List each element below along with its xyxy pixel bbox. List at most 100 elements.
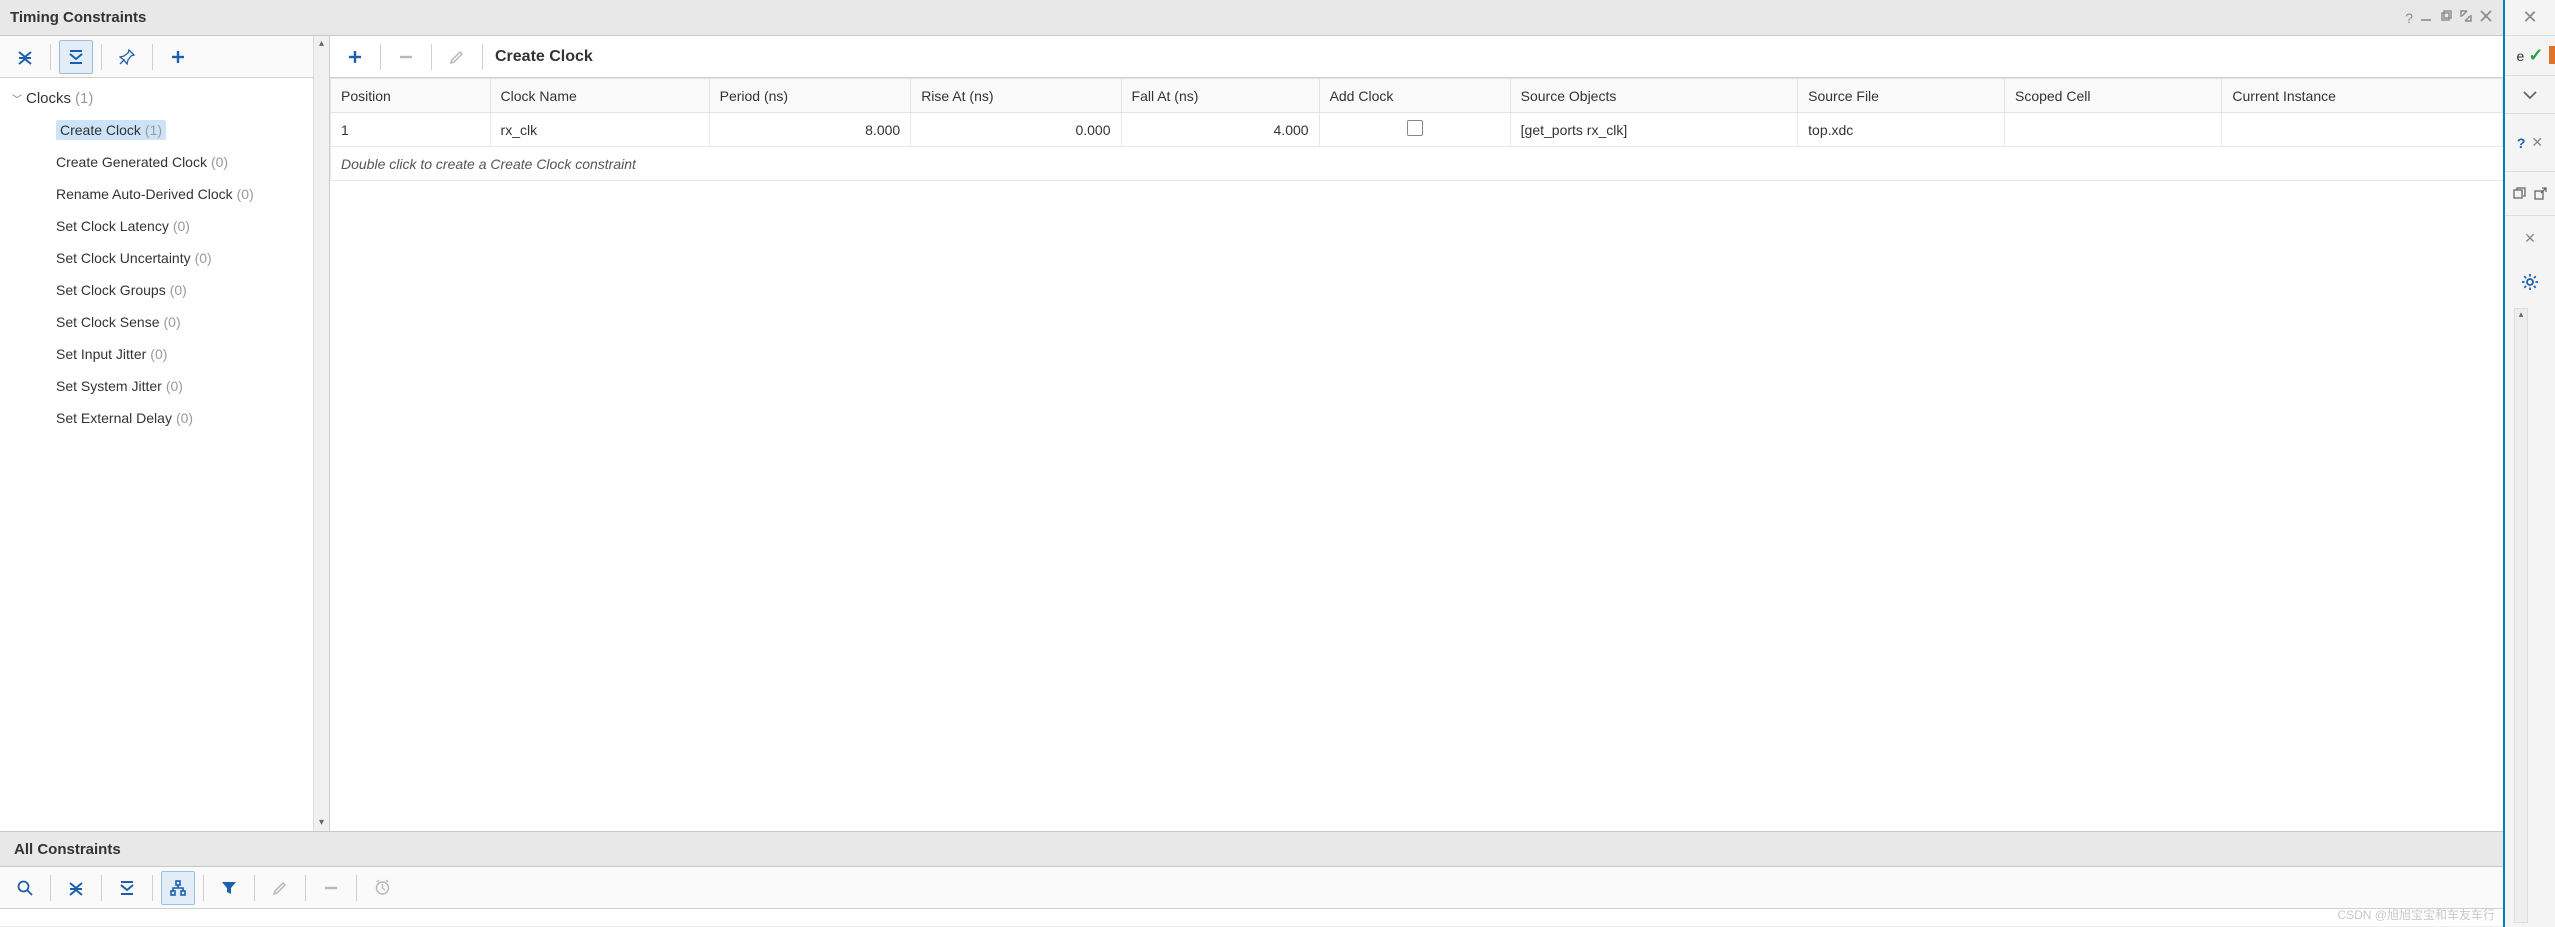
cell-position[interactable]: 1 — [331, 113, 491, 147]
tree-item-label: Set System Jitter — [56, 378, 162, 394]
remove-constraint-icon — [389, 40, 423, 74]
divider — [305, 875, 306, 901]
column-header[interactable]: Rise At (ns) — [911, 79, 1121, 113]
detail-pane: Create Clock PositionClock NamePeriod (n… — [330, 36, 2503, 831]
tree-group-count: (1) — [75, 90, 93, 107]
tree-item-count: (0) — [173, 218, 190, 234]
close-x-icon[interactable]: ✕ — [2505, 0, 2555, 36]
tree-item-label: Rename Auto-Derived Clock — [56, 186, 233, 202]
tree-item-label: Create Generated Clock — [56, 154, 207, 170]
check-icon: ✓ — [2528, 45, 2543, 66]
expand-icon[interactable] — [110, 871, 144, 905]
mini-scrollbar[interactable]: ▴ — [2514, 308, 2528, 923]
column-header[interactable]: Add Clock — [1319, 79, 1510, 113]
hint-text: Double click to create a Create Clock co… — [331, 147, 2503, 181]
constraints-table-wrap[interactable]: PositionClock NamePeriod (ns)Rise At (ns… — [330, 78, 2503, 831]
chevron-down-icon[interactable] — [2505, 76, 2555, 114]
tree-group-clocks[interactable]: ﹀ Clocks (1) — [0, 82, 329, 114]
expand-all-icon[interactable] — [59, 40, 93, 74]
restore-icon[interactable] — [2439, 9, 2453, 26]
cell-clock-name[interactable]: rx_clk — [490, 113, 709, 147]
divider — [482, 44, 483, 70]
pin-icon[interactable] — [110, 40, 144, 74]
help-icon[interactable]: ? — [2517, 135, 2526, 151]
cell-add-clock[interactable] — [1319, 113, 1510, 147]
cell-scoped-cell[interactable] — [2004, 113, 2221, 147]
edit-icon — [263, 871, 297, 905]
cell-source-file[interactable]: top.xdc — [1798, 113, 2005, 147]
maximize-icon[interactable] — [2459, 9, 2473, 26]
status-row: e ✓ — [2505, 36, 2555, 76]
hierarchy-icon[interactable] — [161, 871, 195, 905]
cell-source-objects[interactable]: [get_ports rx_clk] — [1510, 113, 1798, 147]
edit-constraint-icon — [440, 40, 474, 74]
close-panel-icon[interactable]: ✕ — [2505, 216, 2555, 260]
detail-toolbar: Create Clock — [330, 36, 2503, 78]
tree-item-count: (0) — [237, 186, 254, 202]
cell-current-instance[interactable] — [2222, 113, 2503, 147]
status-letter: e — [2517, 48, 2525, 64]
tree-group-label: Clocks — [26, 90, 71, 107]
tree-item[interactable]: Create Generated Clock (0) — [0, 146, 329, 178]
divider — [101, 875, 102, 901]
collapse-all-icon[interactable] — [8, 40, 42, 74]
column-header[interactable]: Period (ns) — [709, 79, 911, 113]
column-header[interactable]: Source File — [1798, 79, 2005, 113]
divider — [203, 875, 204, 901]
tree-item-count: (0) — [150, 346, 167, 362]
popout-icon[interactable] — [2534, 187, 2547, 200]
divider — [152, 44, 153, 70]
add-icon[interactable] — [161, 40, 195, 74]
filter-icon[interactable] — [212, 871, 246, 905]
tree-item-count: (0) — [195, 250, 212, 266]
cell-rise[interactable]: 0.000 — [911, 113, 1121, 147]
all-constraints-toolbar — [0, 867, 2503, 909]
scroll-up-icon[interactable]: ▴ — [319, 36, 324, 52]
tree-item[interactable]: Set Clock Sense (0) — [0, 306, 329, 338]
column-header[interactable]: Current Instance — [2222, 79, 2503, 113]
tree-item[interactable]: Set Clock Uncertainty (0) — [0, 242, 329, 274]
hint-row[interactable]: Double click to create a Create Clock co… — [331, 147, 2503, 181]
column-header[interactable]: Scoped Cell — [2004, 79, 2221, 113]
tree-item-label: Set Clock Sense — [56, 314, 160, 330]
minimize-icon[interactable] — [2419, 9, 2433, 26]
restore-icon[interactable] — [2513, 187, 2526, 200]
table-row[interactable]: 1 rx_clk 8.000 0.000 4.000 [get_ports rx… — [331, 113, 2503, 147]
tree-item[interactable]: Rename Auto-Derived Clock (0) — [0, 178, 329, 210]
divider — [356, 875, 357, 901]
tree-list[interactable]: ﹀ Clocks (1) Create Clock (1)Create Gene… — [0, 78, 329, 831]
tree-item[interactable]: Set Clock Latency (0) — [0, 210, 329, 242]
close-icon[interactable] — [2479, 9, 2493, 26]
checkbox-icon[interactable] — [1407, 120, 1423, 136]
help-icon[interactable]: ? — [2405, 10, 2413, 26]
panel-title: Timing Constraints — [10, 9, 146, 26]
timing-constraints-header: Timing Constraints ? — [0, 0, 2503, 36]
all-constraints-title: All Constraints — [14, 841, 121, 858]
tree-item-count: (0) — [170, 282, 187, 298]
divider — [380, 44, 381, 70]
scroll-down-icon[interactable]: ▾ — [319, 815, 324, 831]
column-header[interactable]: Fall At (ns) — [1121, 79, 1319, 113]
cell-period[interactable]: 8.000 — [709, 113, 911, 147]
tree-toolbar — [0, 36, 329, 78]
tree-item[interactable]: Set External Delay (0) — [0, 402, 329, 434]
cell-fall[interactable]: 4.000 — [1121, 113, 1319, 147]
gear-icon[interactable] — [2505, 260, 2555, 304]
search-icon[interactable] — [8, 871, 42, 905]
tree-scrollbar[interactable]: ▴ ▾ — [313, 36, 329, 831]
tree-item[interactable]: Set System Jitter (0) — [0, 370, 329, 402]
tree-item[interactable]: Set Clock Groups (0) — [0, 274, 329, 306]
tree-item[interactable]: Set Input Jitter (0) — [0, 338, 329, 370]
tree-item-count: (1) — [145, 122, 162, 138]
close-icon[interactable]: ✕ — [2531, 134, 2543, 151]
tree-item[interactable]: Create Clock (1) — [0, 114, 329, 146]
collapse-icon[interactable] — [59, 871, 93, 905]
tree-item-label: Set Clock Groups — [56, 282, 166, 298]
add-constraint-icon[interactable] — [338, 40, 372, 74]
column-header[interactable]: Source Objects — [1510, 79, 1798, 113]
column-header[interactable]: Clock Name — [490, 79, 709, 113]
column-header[interactable]: Position — [331, 79, 491, 113]
tree-pane: ﹀ Clocks (1) Create Clock (1)Create Gene… — [0, 36, 330, 831]
chevron-down-icon[interactable]: ﹀ — [12, 91, 26, 106]
constraints-table: PositionClock NamePeriod (ns)Rise At (ns… — [330, 78, 2503, 181]
